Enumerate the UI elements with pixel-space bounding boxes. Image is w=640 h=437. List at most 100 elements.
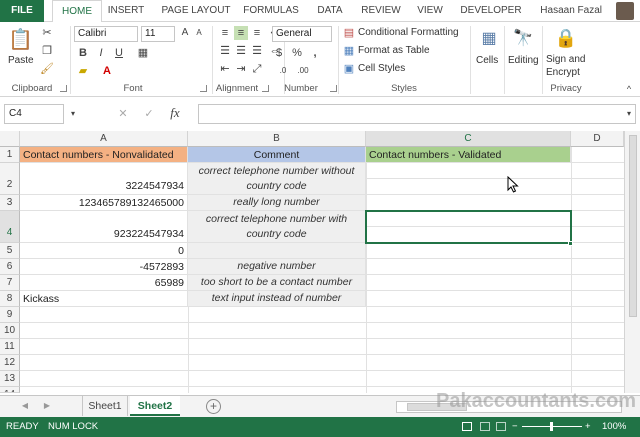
row-header-9[interactable]: 9 xyxy=(0,307,20,323)
align-center-icon[interactable]: ☰ xyxy=(234,44,248,58)
scroll-left-icon[interactable]: ◀ xyxy=(18,399,32,413)
row-header-12[interactable]: 12 xyxy=(0,355,20,371)
cell-b8[interactable]: text input instead of number xyxy=(188,291,366,307)
vertical-scrollbar[interactable] xyxy=(624,131,640,393)
cell-a4[interactable]: 923224547934 xyxy=(20,211,188,243)
row-header-3[interactable]: 3 xyxy=(0,195,20,211)
cell-a5[interactable]: 0 xyxy=(20,243,188,259)
format-as-table-button[interactable]: Format as Table xyxy=(358,44,430,58)
scroll-right-icon[interactable]: ▶ xyxy=(40,399,54,413)
row-header-2[interactable]: 2 xyxy=(0,163,20,195)
conditional-formatting-icon[interactable]: ▤ xyxy=(342,26,356,40)
tab-view[interactable]: VIEW xyxy=(412,0,448,22)
sign-button-label[interactable]: Sign and xyxy=(546,53,585,67)
increase-indent-icon[interactable]: ⇥ xyxy=(234,62,248,76)
encrypt-button-label[interactable]: Encrypt xyxy=(546,66,580,80)
name-box-dropdown-icon[interactable]: ▾ xyxy=(66,107,80,121)
vertical-scroll-thumb[interactable] xyxy=(629,135,637,317)
cell-b5[interactable] xyxy=(188,243,366,259)
conditional-formatting-button[interactable]: Conditional Formatting xyxy=(358,26,459,40)
selected-cell-c4[interactable] xyxy=(365,210,572,244)
decrease-decimal-icon[interactable]: .00 xyxy=(296,64,310,78)
normal-view-icon[interactable] xyxy=(462,422,472,431)
cell-styles-icon[interactable]: ▣ xyxy=(342,62,356,76)
tab-review[interactable]: REVIEW xyxy=(358,0,404,22)
top-align-icon[interactable]: ≡ xyxy=(218,26,232,40)
column-header-b[interactable]: B xyxy=(188,131,366,147)
editing-button[interactable]: Editing xyxy=(508,54,539,68)
format-as-table-icon[interactable]: ▦ xyxy=(342,44,356,58)
italic-icon[interactable]: I xyxy=(94,46,108,60)
sign-encrypt-icon[interactable]: 🔒 xyxy=(554,26,578,50)
increase-decimal-icon[interactable]: .0 xyxy=(276,64,290,78)
formula-input[interactable] xyxy=(198,104,636,124)
cell-styles-button[interactable]: Cell Styles xyxy=(358,62,405,76)
bottom-align-icon[interactable]: ≡ xyxy=(250,26,264,40)
avatar[interactable] xyxy=(616,2,634,20)
cell-b3[interactable]: really long number xyxy=(188,195,366,211)
copy-icon[interactable]: ❐ xyxy=(40,44,54,58)
tab-insert[interactable]: INSERT xyxy=(106,0,146,22)
cells-icon[interactable]: ▦ xyxy=(478,28,500,50)
cell-c1[interactable]: Contact numbers - Validated xyxy=(366,147,571,163)
fill-handle[interactable] xyxy=(568,241,573,246)
tab-file[interactable]: FILE xyxy=(0,0,44,22)
format-painter-icon[interactable]: 🖌 xyxy=(40,62,54,76)
column-header-d[interactable]: D xyxy=(571,131,624,147)
row-header-10[interactable]: 10 xyxy=(0,323,20,339)
sheet-tab-sheet1[interactable]: Sheet1 xyxy=(82,396,128,416)
row-header-7[interactable]: 7 xyxy=(0,275,20,291)
clipboard-launcher-icon[interactable] xyxy=(60,85,67,92)
paste-icon[interactable]: 📋 xyxy=(8,28,33,52)
align-left-icon[interactable]: ☰ xyxy=(218,44,232,58)
currency-icon[interactable]: $ xyxy=(272,46,286,60)
percent-icon[interactable]: % xyxy=(290,46,304,60)
underline-icon[interactable]: U xyxy=(112,46,126,60)
fill-color-icon[interactable]: ▰ xyxy=(76,64,90,78)
cells-button[interactable]: Cells xyxy=(476,54,498,68)
cell-b6[interactable]: negative number xyxy=(188,259,366,275)
cut-icon[interactable]: ✂ xyxy=(40,26,54,40)
tab-page-layout[interactable]: PAGE LAYOUT xyxy=(160,0,232,22)
cell-a8[interactable]: Kickass xyxy=(20,291,188,307)
comma-style-icon[interactable]: , xyxy=(308,46,322,60)
cell-b7[interactable]: too short to be a contact number xyxy=(188,275,366,291)
row-header-14[interactable]: 14 xyxy=(0,387,20,393)
cell-a1[interactable]: Contact numbers - Nonvalidated xyxy=(20,147,188,163)
worksheet-grid[interactable]: A B C D 1 2 3 4 5 6 7 8 9 10 11 12 13 14… xyxy=(0,131,640,393)
select-all-corner[interactable] xyxy=(0,131,20,147)
row-header-4[interactable]: 4 xyxy=(0,211,20,243)
bold-icon[interactable]: B xyxy=(76,46,90,60)
alignment-launcher-icon[interactable] xyxy=(262,85,269,92)
row-header-5[interactable]: 5 xyxy=(0,243,20,259)
borders-icon[interactable]: ▦ xyxy=(136,46,150,60)
grow-font-icon[interactable]: A xyxy=(178,26,192,40)
insert-function-icon[interactable]: fx xyxy=(168,106,182,120)
column-header-c[interactable]: C xyxy=(366,131,571,147)
user-name[interactable]: Hasaan Fazal xyxy=(540,0,602,22)
cell-a6[interactable]: -4572893 xyxy=(20,259,188,275)
new-sheet-icon[interactable]: + xyxy=(206,399,221,414)
zoom-in-icon[interactable]: + xyxy=(585,417,591,437)
name-box[interactable]: C4 xyxy=(4,104,64,124)
page-break-view-icon[interactable] xyxy=(496,422,506,431)
tab-formulas[interactable]: FORMULAS xyxy=(240,0,302,22)
row-header-13[interactable]: 13 xyxy=(0,371,20,387)
zoom-level[interactable]: 100% xyxy=(602,417,626,437)
orientation-icon[interactable]: ⤢ xyxy=(250,62,264,76)
row-header-8[interactable]: 8 xyxy=(0,291,20,307)
expand-formula-bar-icon[interactable]: ▾ xyxy=(622,107,636,121)
cell-b1[interactable]: Comment xyxy=(188,147,366,163)
font-size-box[interactable]: 11 xyxy=(141,26,175,42)
zoom-slider-thumb[interactable] xyxy=(550,422,553,431)
editing-icon[interactable]: 🔭 xyxy=(512,28,534,50)
tab-data[interactable]: DATA xyxy=(310,0,350,22)
cell-a3[interactable]: 123465789132465000 xyxy=(20,195,188,211)
number-launcher-icon[interactable] xyxy=(330,85,337,92)
cell-a7[interactable]: 65989 xyxy=(20,275,188,291)
font-name-box[interactable]: Calibri xyxy=(74,26,138,42)
number-format-box[interactable]: General xyxy=(272,26,332,42)
row-header-1[interactable]: 1 xyxy=(0,147,20,163)
sheet-tab-sheet2[interactable]: Sheet2 xyxy=(130,396,180,416)
cell-b2[interactable]: correct telephone number without country… xyxy=(188,163,366,195)
